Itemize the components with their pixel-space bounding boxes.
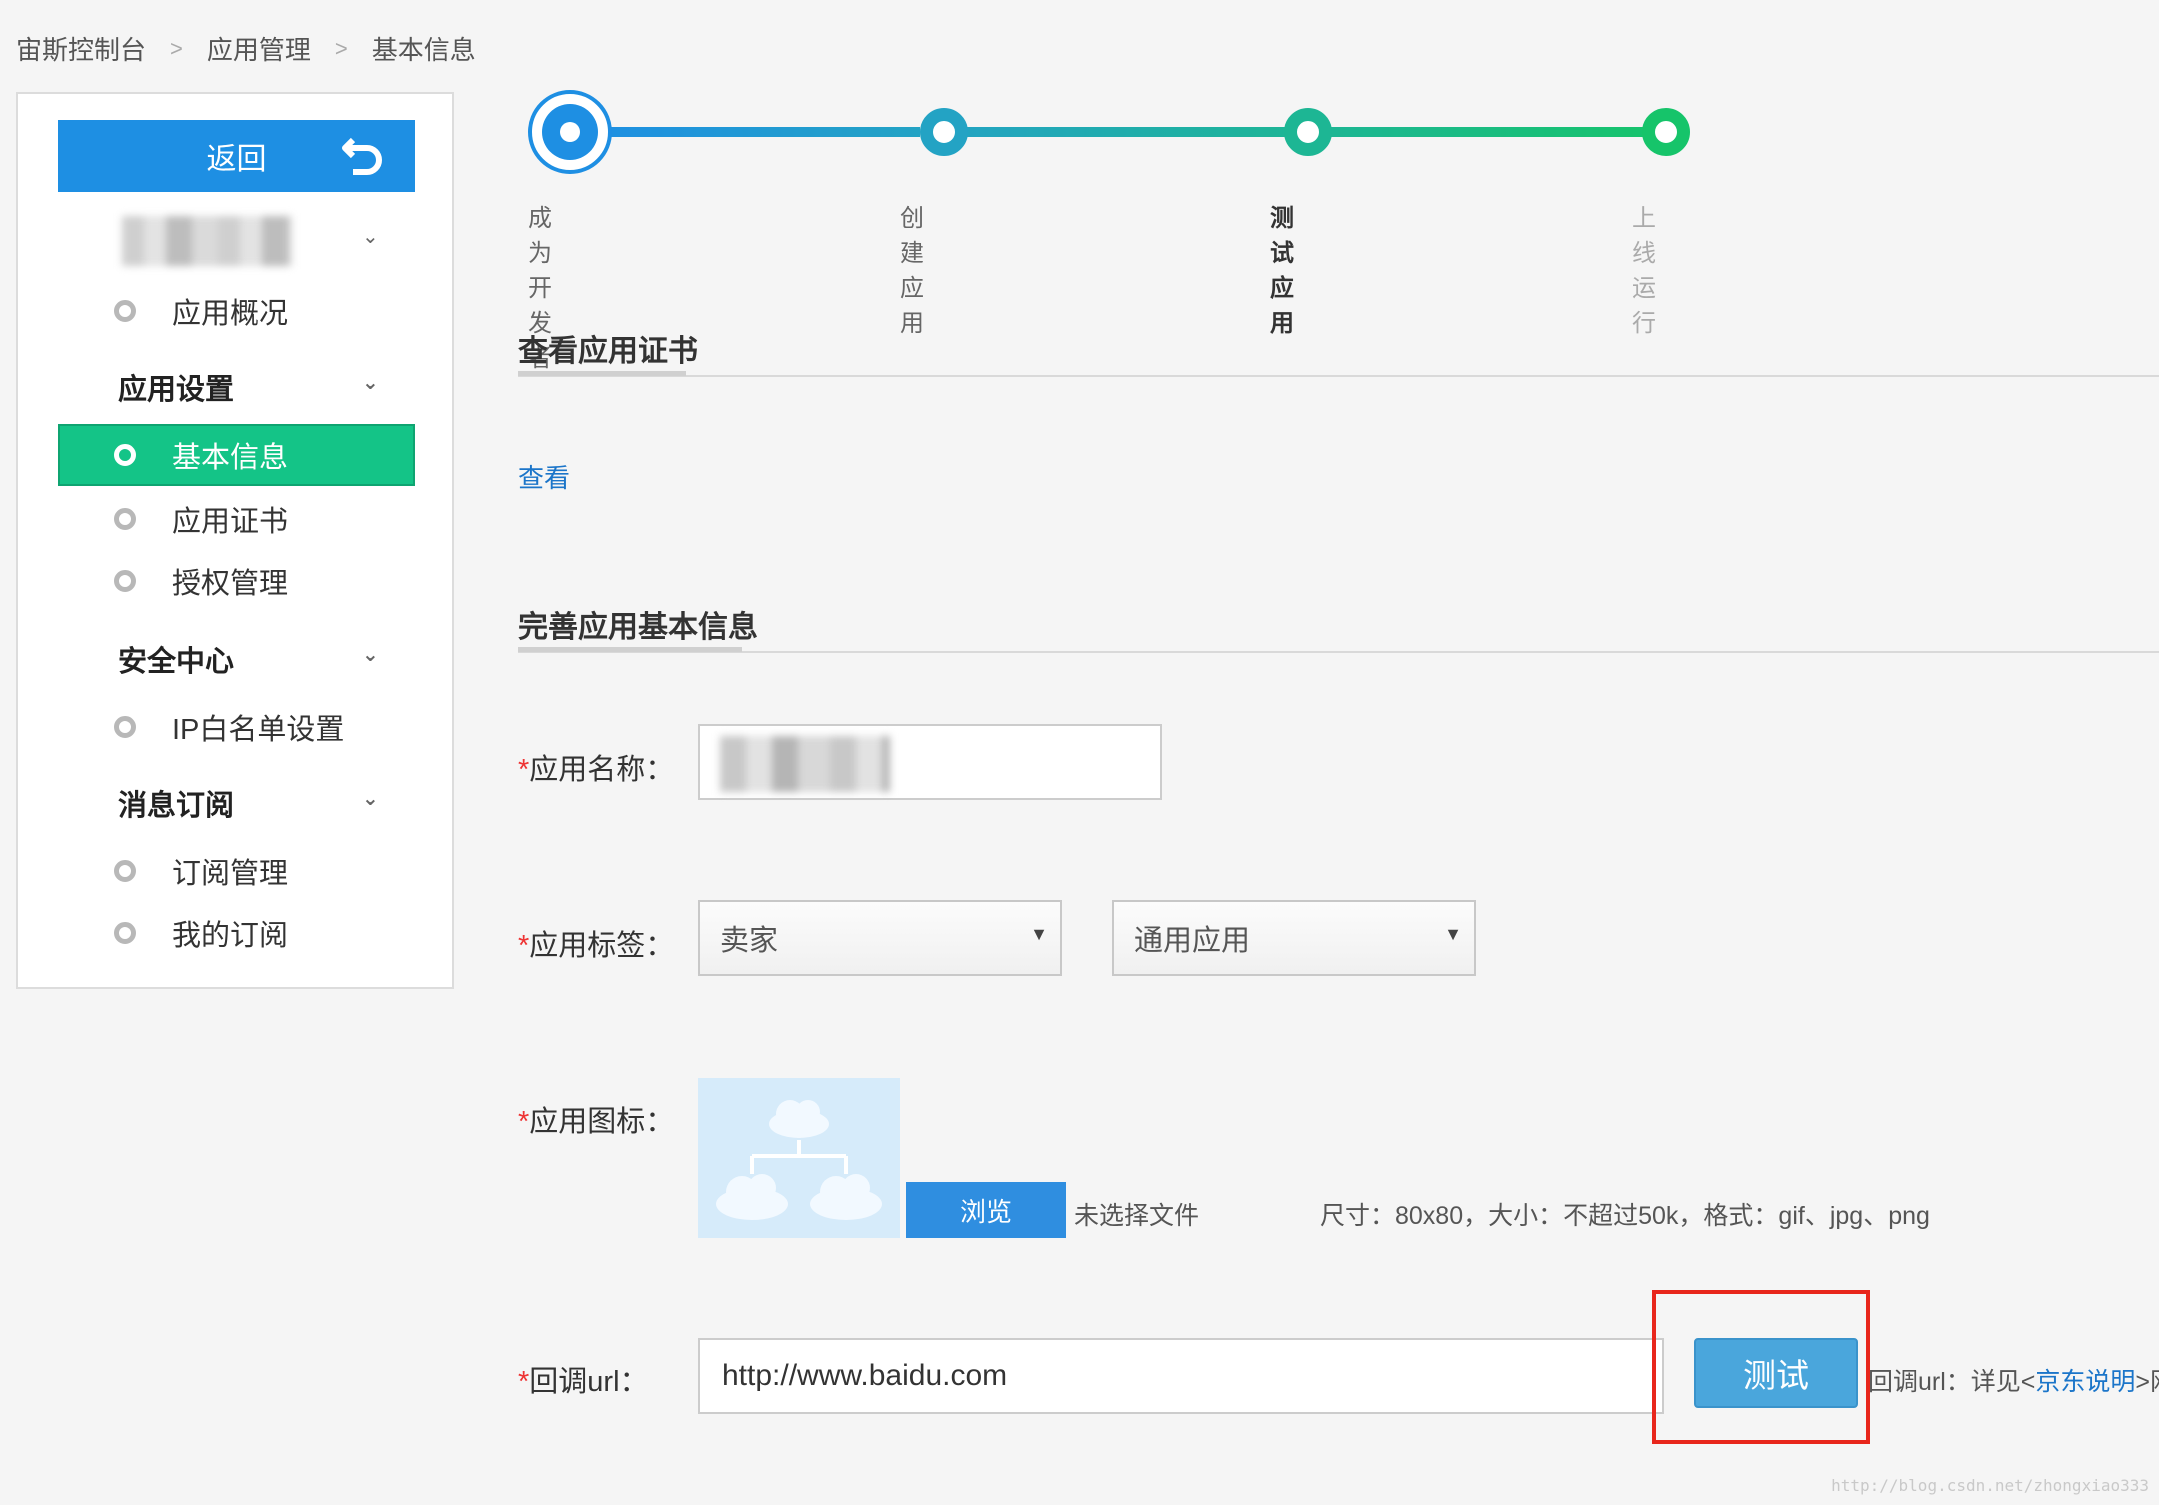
sidebar-item-subscription-management[interactable]: 订阅管理 xyxy=(18,844,456,898)
section-divider xyxy=(518,375,2159,377)
jd-docs-link[interactable]: 京东说明 xyxy=(2035,1368,2135,1396)
section-title-underline xyxy=(518,371,686,376)
app-name-blurred xyxy=(122,216,292,266)
step-3-circle xyxy=(1284,108,1332,156)
dropdown-arrow-icon: ▼ xyxy=(1030,924,1048,944)
sidebar-item-overview[interactable]: 应用概况 xyxy=(18,284,456,338)
undo-icon xyxy=(342,137,382,175)
sidebar-item-my-subscriptions[interactable]: 我的订阅 xyxy=(18,906,456,960)
step-connector xyxy=(590,127,920,137)
view-certificate-link[interactable]: 查看 xyxy=(518,458,570,495)
step-4-label: 上线运行 xyxy=(1632,205,1656,337)
sidebar-item-ip-whitelist[interactable]: IP白名单设置 xyxy=(18,700,456,754)
section-divider xyxy=(518,651,2159,653)
radio-icon xyxy=(114,570,136,592)
radio-icon xyxy=(114,922,136,944)
chevron-down-icon[interactable]: ⌄ xyxy=(362,224,379,249)
radio-icon xyxy=(114,508,136,530)
dropdown-arrow-icon: ▼ xyxy=(1444,924,1462,944)
radio-icon xyxy=(114,300,136,322)
back-button[interactable]: 返回 xyxy=(58,120,415,192)
chevron-down-icon: ⌄ xyxy=(362,372,379,394)
step-connector xyxy=(944,127,1304,137)
watermark: http://blog.csdn.net/zhongxiao333 xyxy=(1831,1476,2149,1495)
sidebar-group-app-settings[interactable]: 应用设置 ⌄ xyxy=(18,356,456,410)
highlight-box xyxy=(1652,1290,1870,1444)
breadcrumb-console[interactable]: 宙斯控制台 xyxy=(16,30,146,67)
step-2-circle xyxy=(920,108,968,156)
sidebar-item-authorization[interactable]: 授权管理 xyxy=(18,554,456,608)
browse-button[interactable]: 浏览 xyxy=(906,1182,1066,1238)
no-file-text: 未选择文件 xyxy=(1074,1202,1200,1230)
step-4-circle xyxy=(1642,108,1690,156)
step-2-label: 创建应用 xyxy=(900,205,924,337)
sidebar-group-subscription[interactable]: 消息订阅 ⌄ xyxy=(18,772,456,826)
step-connector xyxy=(1328,127,1668,137)
callback-url-input[interactable]: http://www.baidu.com xyxy=(698,1338,1664,1414)
breadcrumb-app-management[interactable]: 应用管理 xyxy=(207,30,311,67)
tag-primary-select[interactable]: 卖家 ▼ xyxy=(698,900,1062,976)
breadcrumb-basic-info: 基本信息 xyxy=(371,35,476,65)
radio-icon xyxy=(114,444,136,466)
breadcrumb-separator-icon: > xyxy=(334,35,348,61)
app-name-value-blurred xyxy=(720,736,890,792)
sidebar-group-security[interactable]: 安全中心 ⌄ xyxy=(18,628,456,682)
callback-hint: 回调url：详见<京东说明>网 xyxy=(1868,1368,2159,1396)
sidebar-item-basic-info[interactable]: 基本信息 xyxy=(58,424,415,486)
radio-icon xyxy=(114,860,136,882)
sidebar-item-certificate[interactable]: 应用证书 xyxy=(18,492,456,546)
breadcrumb-separator-icon: > xyxy=(170,35,183,61)
cloud-hierarchy-icon xyxy=(716,1100,882,1220)
certificate-section-title: 查看应用证书 xyxy=(518,335,698,368)
basic-info-section-title: 完善应用基本信息 xyxy=(518,611,758,644)
back-button-label: 返回 xyxy=(206,143,267,176)
app-name-label: *应用名称： xyxy=(518,754,675,786)
step-3-label: 测试应用 xyxy=(1270,205,1294,337)
breadcrumb: 宙斯控制台 > 应用管理 > 基本信息 xyxy=(16,30,476,67)
step-1-circle xyxy=(528,90,612,174)
app-icon-label: *应用图标： xyxy=(518,1106,675,1138)
app-tags-label: *应用标签： xyxy=(518,930,675,962)
sidebar: 返回 ⌄ 应用概况 应用设置 ⌄ 基本信息 应用证书 授权管理 安全中心 ⌄ I… xyxy=(16,92,454,989)
chevron-down-icon: ⌄ xyxy=(362,644,379,666)
app-icon-preview xyxy=(698,1078,900,1238)
callback-url-label: *回调url： xyxy=(518,1366,649,1398)
radio-icon xyxy=(114,716,136,738)
tag-secondary-select[interactable]: 通用应用 ▼ xyxy=(1112,900,1476,976)
section-title-underline xyxy=(518,647,742,652)
icon-size-hint: 尺寸：80x80，大小：不超过50k，格式：gif、jpg、png xyxy=(1320,1202,1930,1230)
chevron-down-icon: ⌄ xyxy=(362,788,379,810)
